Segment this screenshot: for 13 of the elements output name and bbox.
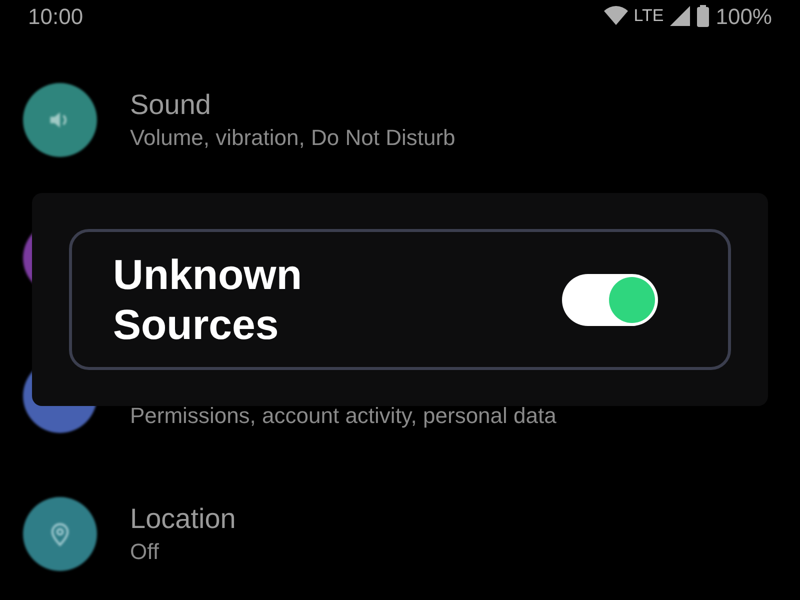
battery-icon <box>696 5 710 27</box>
setting-label: Unknown Sources <box>113 250 303 350</box>
setting-title[interactable]: Location <box>130 501 236 537</box>
setting-title[interactable]: Sound <box>130 87 456 123</box>
clock: 10:00 <box>28 2 84 30</box>
battery-level: 100% <box>716 2 772 30</box>
setting-subtitle: Permissions, account activity, personal data <box>130 402 556 430</box>
setting-subtitle: Off <box>130 538 160 566</box>
setting-subtitle: Volume, vibration, Do Not Disturb <box>130 124 456 152</box>
network-type: LTE <box>634 5 664 28</box>
wifi-icon <box>604 6 628 26</box>
toggle-switch[interactable] <box>562 274 658 326</box>
signal-icon <box>670 6 690 26</box>
